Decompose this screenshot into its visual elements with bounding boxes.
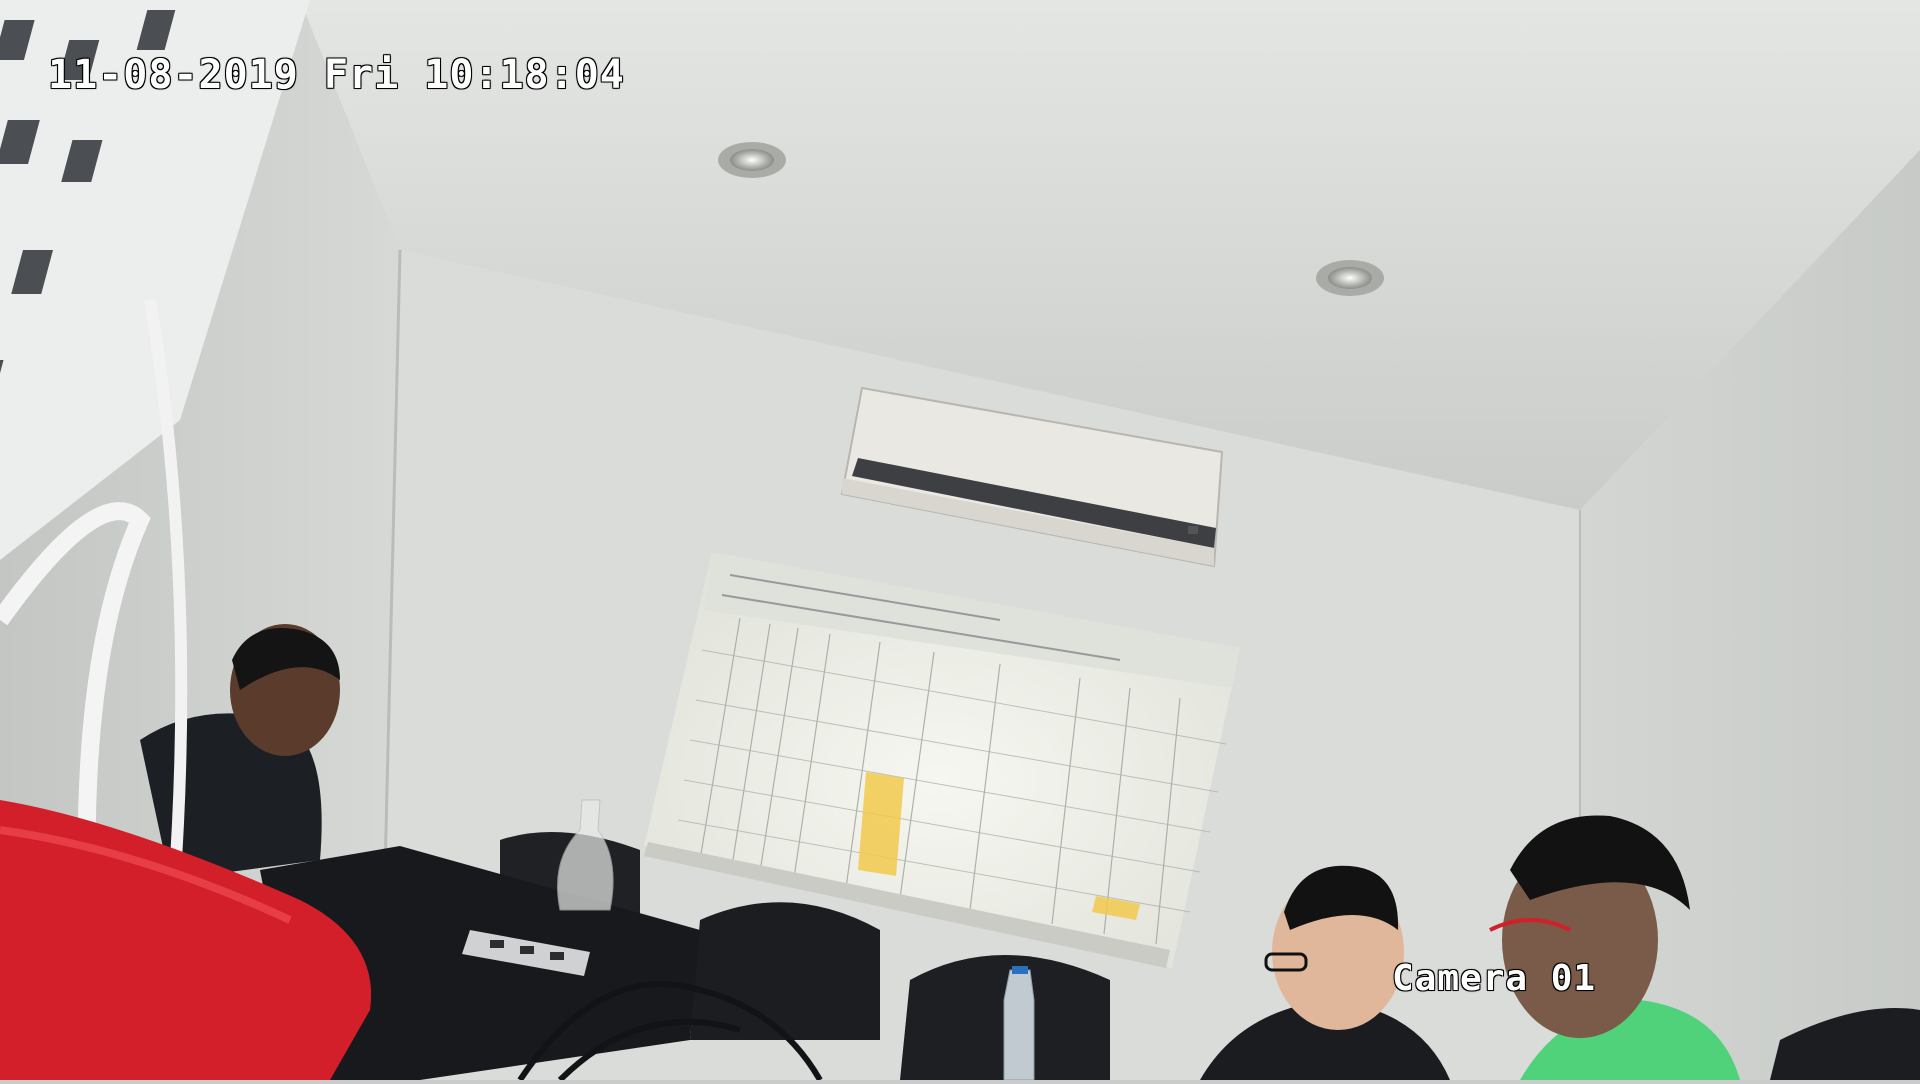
water-bottle-icon <box>1003 966 1035 1081</box>
cctv-frame: 11-08-2019 Fri 10:18:04 Camera 01 <box>0 0 1920 1083</box>
camera-label-overlay: Camera 01 <box>1392 958 1597 999</box>
ceiling-light-icon <box>718 142 786 178</box>
office-chair-icon <box>690 902 880 1040</box>
room-scene <box>0 0 1920 1083</box>
ceiling-light-icon <box>1316 260 1384 296</box>
timestamp-overlay: 11-08-2019 Fri 10:18:04 <box>48 52 625 98</box>
